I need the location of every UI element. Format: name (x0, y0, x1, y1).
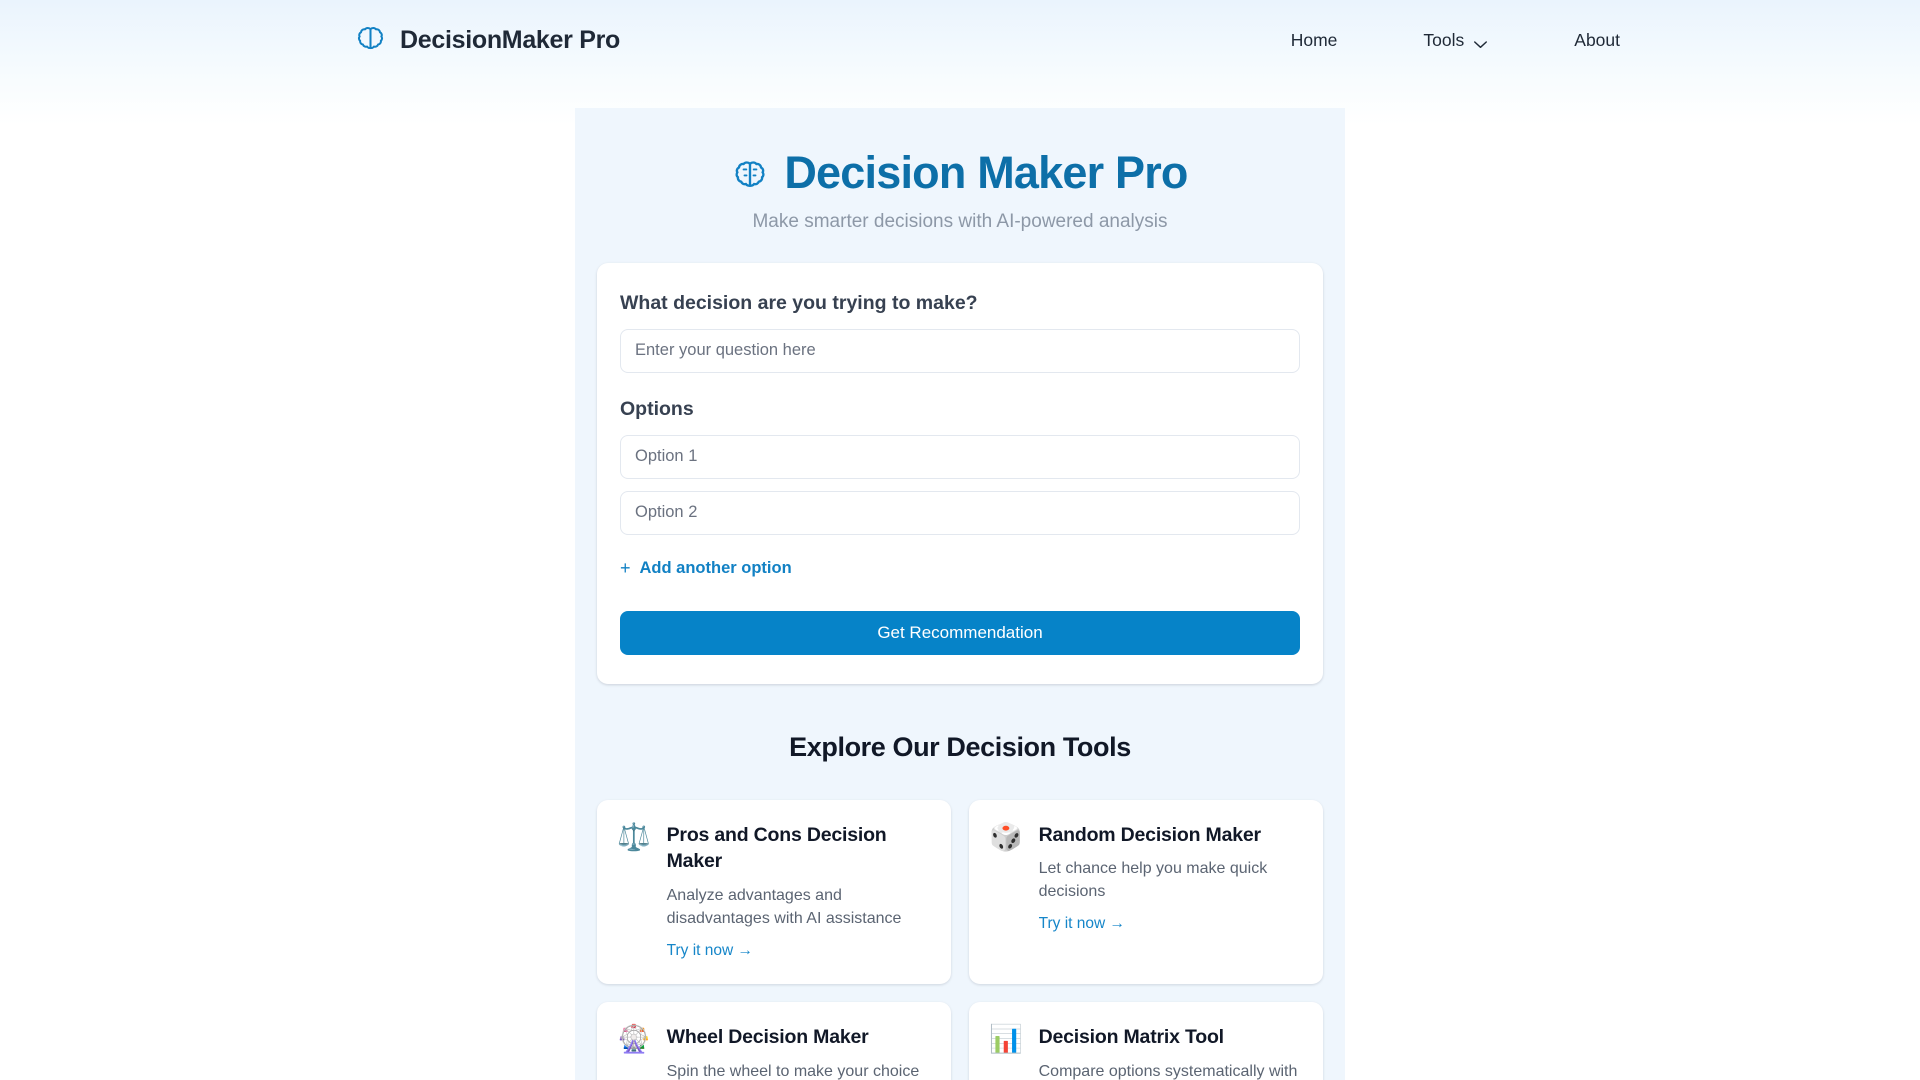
nav-item-home[interactable]: Home (1291, 22, 1338, 59)
tool-title: Decision Matrix Tool (1038, 1025, 1224, 1048)
brain-icon (732, 155, 768, 191)
tool-title: Random Decision Maker (1038, 823, 1261, 846)
bar-chart-icon: 📊 (989, 1023, 1023, 1055)
decision-form-card: What decision are you trying to make? Op… (597, 262, 1323, 684)
page-root: DecisionMaker Pro Home Tools About Decis… (0, 0, 1920, 1080)
chevron-down-icon (1473, 36, 1488, 48)
tool-card-random-decision[interactable]: 🎲 Random Decision Maker Let chance help … (969, 799, 1323, 984)
tool-title: Wheel Decision Maker (666, 1025, 869, 1048)
tools-grid: ⚖️ Pros and Cons Decision Maker Analyze … (597, 799, 1323, 1080)
get-recommendation-button[interactable]: Get Recommendation (620, 610, 1300, 655)
add-another-option-label: Add another option (639, 558, 792, 577)
tool-description: Analyze advantages and disadvantages wit… (666, 887, 902, 928)
tool-description: Compare options systematically with weig… (1038, 1062, 1298, 1080)
option-1-input[interactable] (620, 434, 1300, 479)
tools-heading: Explore Our Decision Tools (789, 731, 1131, 762)
brand-name: DecisionMaker Pro (400, 25, 620, 54)
page-subtitle: Make smarter decisions with AI-powered a… (752, 210, 1168, 232)
plus-icon: + (620, 558, 631, 578)
question-input[interactable] (620, 328, 1300, 373)
scales-icon: ⚖️ (617, 821, 651, 853)
ferris-wheel-icon: 🎡 (617, 1023, 651, 1055)
tool-card-wheel-decision[interactable]: 🎡 Wheel Decision Maker Spin the wheel to… (597, 1001, 951, 1080)
nav-item-tools-label: Tools (1423, 29, 1465, 50)
primary-nav: Home Tools About (1291, 22, 1620, 59)
tool-title: Pros and Cons Decision Maker (666, 823, 887, 873)
question-label: What decision are you trying to make? (620, 291, 978, 314)
tool-card-pros-and-cons[interactable]: ⚖️ Pros and Cons Decision Maker Analyze … (597, 799, 951, 984)
top-navbar: DecisionMaker Pro Home Tools About (0, 0, 1920, 80)
options-label: Options (620, 397, 694, 420)
tool-description: Let chance help you make quick decisions (1038, 860, 1268, 901)
tool-try-it-now-link[interactable]: Try it now → (667, 942, 753, 960)
page-title: Decision Maker Pro (597, 148, 1323, 198)
page-title-text: Decision Maker Pro (784, 147, 1188, 198)
brand-logo-link[interactable]: DecisionMaker Pro (355, 25, 620, 56)
tool-description: Spin the wheel to make your choice (666, 1062, 920, 1080)
tools-section: Explore Our Decision Tools ⚖️ Pros and C… (575, 684, 1345, 1080)
nav-item-tools[interactable]: Tools (1423, 22, 1488, 59)
brain-icon (355, 25, 386, 56)
dice-icon: 🎲 (989, 821, 1023, 853)
add-another-option-button[interactable]: + Add another option (620, 559, 792, 578)
hero-section: Decision Maker Pro Make smarter decision… (575, 108, 1345, 263)
content-container: Decision Maker Pro Make smarter decision… (575, 108, 1345, 1080)
tool-try-it-now-link[interactable]: Try it now → (1039, 915, 1125, 933)
nav-item-about[interactable]: About (1574, 22, 1620, 59)
option-2-input[interactable] (620, 490, 1300, 535)
tool-card-decision-matrix[interactable]: 📊 Decision Matrix Tool Compare options s… (969, 1001, 1323, 1080)
